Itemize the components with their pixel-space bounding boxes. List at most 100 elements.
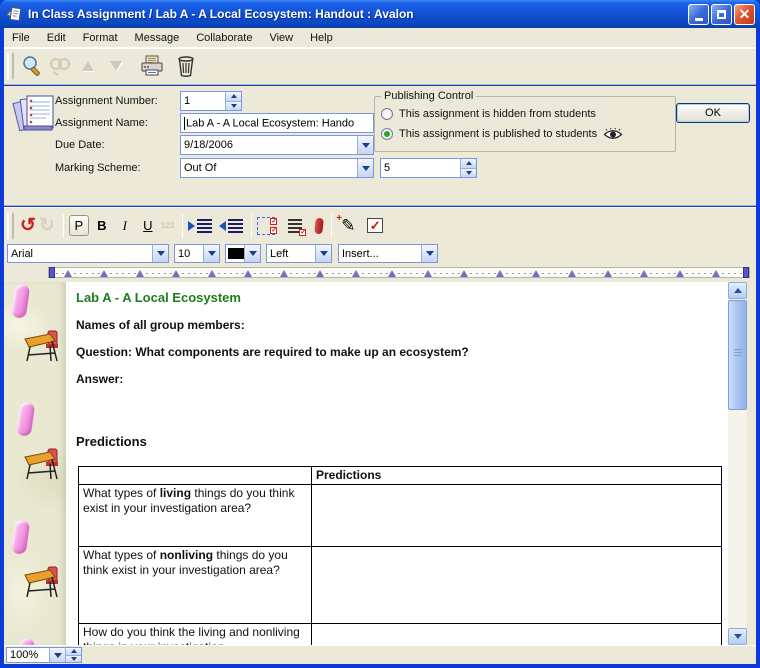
marking-points-stepper[interactable]: 5 [380, 158, 477, 178]
format-bar: Arial 10 Left Insert... [4, 243, 756, 264]
title-bar[interactable]: In Class Assignment / Lab A - A Local Ec… [0, 0, 760, 28]
question-cell: What types of nonliving things do you th… [79, 547, 312, 624]
indent-icon[interactable] [188, 215, 212, 237]
find-again-icon [48, 54, 72, 78]
tab-stop-marker[interactable] [676, 270, 684, 277]
points-spinner-buttons[interactable] [460, 159, 476, 177]
minimize-button[interactable] [688, 4, 709, 25]
tab-stop-marker[interactable] [136, 270, 144, 277]
marking-scheme-dropdown[interactable]: Out Of [180, 158, 374, 178]
text-caret [184, 117, 185, 130]
menu-edit[interactable]: Edit [47, 32, 66, 44]
document-heading: Lab A - A Local Ecosystem [76, 290, 241, 305]
underline-button[interactable]: U [138, 215, 158, 236]
trash-icon[interactable] [174, 54, 198, 78]
menu-view[interactable]: View [269, 32, 293, 44]
answer-cell[interactable] [312, 547, 722, 624]
editor-toolbar: ↺ ↻ P B I U 123 ✓✓ ✓ ✎ + ✓ [4, 207, 756, 243]
scroll-up-icon[interactable] [728, 282, 747, 299]
assignment-name-input[interactable]: Lab A - A Local Ecosystem: Hando [180, 113, 374, 133]
answer-cell[interactable] [312, 624, 722, 646]
tab-stop-marker[interactable] [244, 270, 252, 277]
tab-stop-marker[interactable] [640, 270, 648, 277]
document-body[interactable]: Lab A - A Local Ecosystem Names of all g… [4, 282, 756, 645]
font-color-dropdown[interactable] [225, 244, 261, 263]
table-row: What types of living things do you think… [79, 485, 722, 547]
ruler[interactable] [4, 264, 756, 282]
assignment-number-stepper[interactable]: 1 [180, 91, 242, 111]
approve-checkbox-icon[interactable]: ✓ [367, 215, 383, 237]
maximize-button[interactable] [711, 4, 732, 25]
tab-stop-marker[interactable] [316, 270, 324, 277]
chevron-down-icon[interactable] [244, 245, 260, 262]
insert-dropdown[interactable]: Insert... [338, 244, 438, 263]
insert-checkbox-group-icon[interactable]: ✓✓ [257, 215, 275, 237]
chevron-down-icon[interactable] [357, 159, 373, 177]
tab-stop-marker[interactable] [64, 270, 72, 277]
tab-stop-marker[interactable] [604, 270, 612, 277]
scrollbar-thumb[interactable] [728, 300, 747, 410]
menu-format[interactable]: Format [83, 32, 118, 44]
tab-stop-marker[interactable] [460, 270, 468, 277]
desk-icon [24, 330, 60, 364]
assignment-name-label: Assignment Name: [55, 113, 148, 133]
menu-collaborate[interactable]: Collaborate [196, 32, 252, 44]
tab-stop-marker[interactable] [352, 270, 360, 277]
zoom-spinner-buttons[interactable] [65, 648, 81, 662]
paragraph-style-button[interactable]: P [69, 215, 89, 236]
menu-message[interactable]: Message [135, 32, 180, 44]
chevron-down-icon[interactable] [49, 648, 65, 662]
tab-stop-marker[interactable] [208, 270, 216, 277]
print-icon[interactable] [140, 54, 164, 78]
due-date-dropdown[interactable]: 9/18/2006 [180, 135, 374, 155]
outdent-icon[interactable] [219, 215, 243, 237]
next-icon [104, 54, 128, 78]
window-title: In Class Assignment / Lab A - A Local Ec… [28, 7, 686, 21]
right-indent-marker[interactable] [743, 267, 749, 278]
tab-stop-marker[interactable] [496, 270, 504, 277]
number-spinner-buttons[interactable] [225, 92, 241, 110]
bold-button[interactable]: B [92, 215, 112, 236]
tab-stop-marker[interactable] [532, 270, 540, 277]
chevron-down-icon[interactable] [152, 245, 168, 262]
zoom-control[interactable]: 100% [6, 647, 82, 663]
tab-stop-marker[interactable] [424, 270, 432, 277]
scrollbar-gutter [747, 282, 756, 645]
search-icon[interactable] [20, 54, 44, 78]
vertical-scrollbar[interactable] [728, 282, 747, 645]
chevron-down-icon[interactable] [357, 136, 373, 154]
document-paragraph: Names of all group members: [76, 318, 245, 332]
published-option[interactable]: This assignment is published to students [381, 124, 669, 144]
radio-selected-icon[interactable] [381, 128, 393, 140]
ok-button[interactable]: OK [676, 103, 750, 123]
desk-icon [24, 448, 60, 482]
font-family-dropdown[interactable]: Arial [7, 244, 169, 263]
hidden-option[interactable]: This assignment is hidden from students [381, 104, 669, 124]
font-size-dropdown[interactable]: 10 [174, 244, 220, 263]
undo-icon[interactable]: ↺ [20, 215, 36, 237]
chevron-down-icon[interactable] [421, 245, 437, 262]
answer-cell[interactable] [312, 485, 722, 547]
edit-pen-icon[interactable]: ✎ + [337, 215, 359, 237]
toolbar-grip[interactable] [7, 213, 14, 239]
scroll-down-icon[interactable] [728, 628, 747, 645]
left-indent-marker[interactable] [49, 267, 55, 278]
alignment-dropdown[interactable]: Left [266, 244, 332, 263]
tab-stop-marker[interactable] [280, 270, 288, 277]
tab-stop-marker[interactable] [712, 270, 720, 277]
chevron-down-icon[interactable] [203, 245, 219, 262]
insert-field-icon[interactable] [315, 215, 323, 237]
tab-stop-marker[interactable] [172, 270, 180, 277]
tab-stop-marker[interactable] [100, 270, 108, 277]
close-button[interactable]: ✕ [734, 4, 755, 25]
tab-stop-marker[interactable] [388, 270, 396, 277]
menu-file[interactable]: File [12, 32, 30, 44]
chevron-down-icon[interactable] [315, 245, 331, 262]
italic-button[interactable]: I [115, 215, 135, 236]
radio-unselected-icon[interactable] [381, 108, 393, 120]
menu-help[interactable]: Help [310, 32, 333, 44]
table-row: What types of nonliving things do you th… [79, 547, 722, 624]
insert-checklist-icon[interactable]: ✓ [284, 215, 306, 237]
toolbar-grip[interactable] [7, 53, 14, 79]
tab-stop-marker[interactable] [568, 270, 576, 277]
